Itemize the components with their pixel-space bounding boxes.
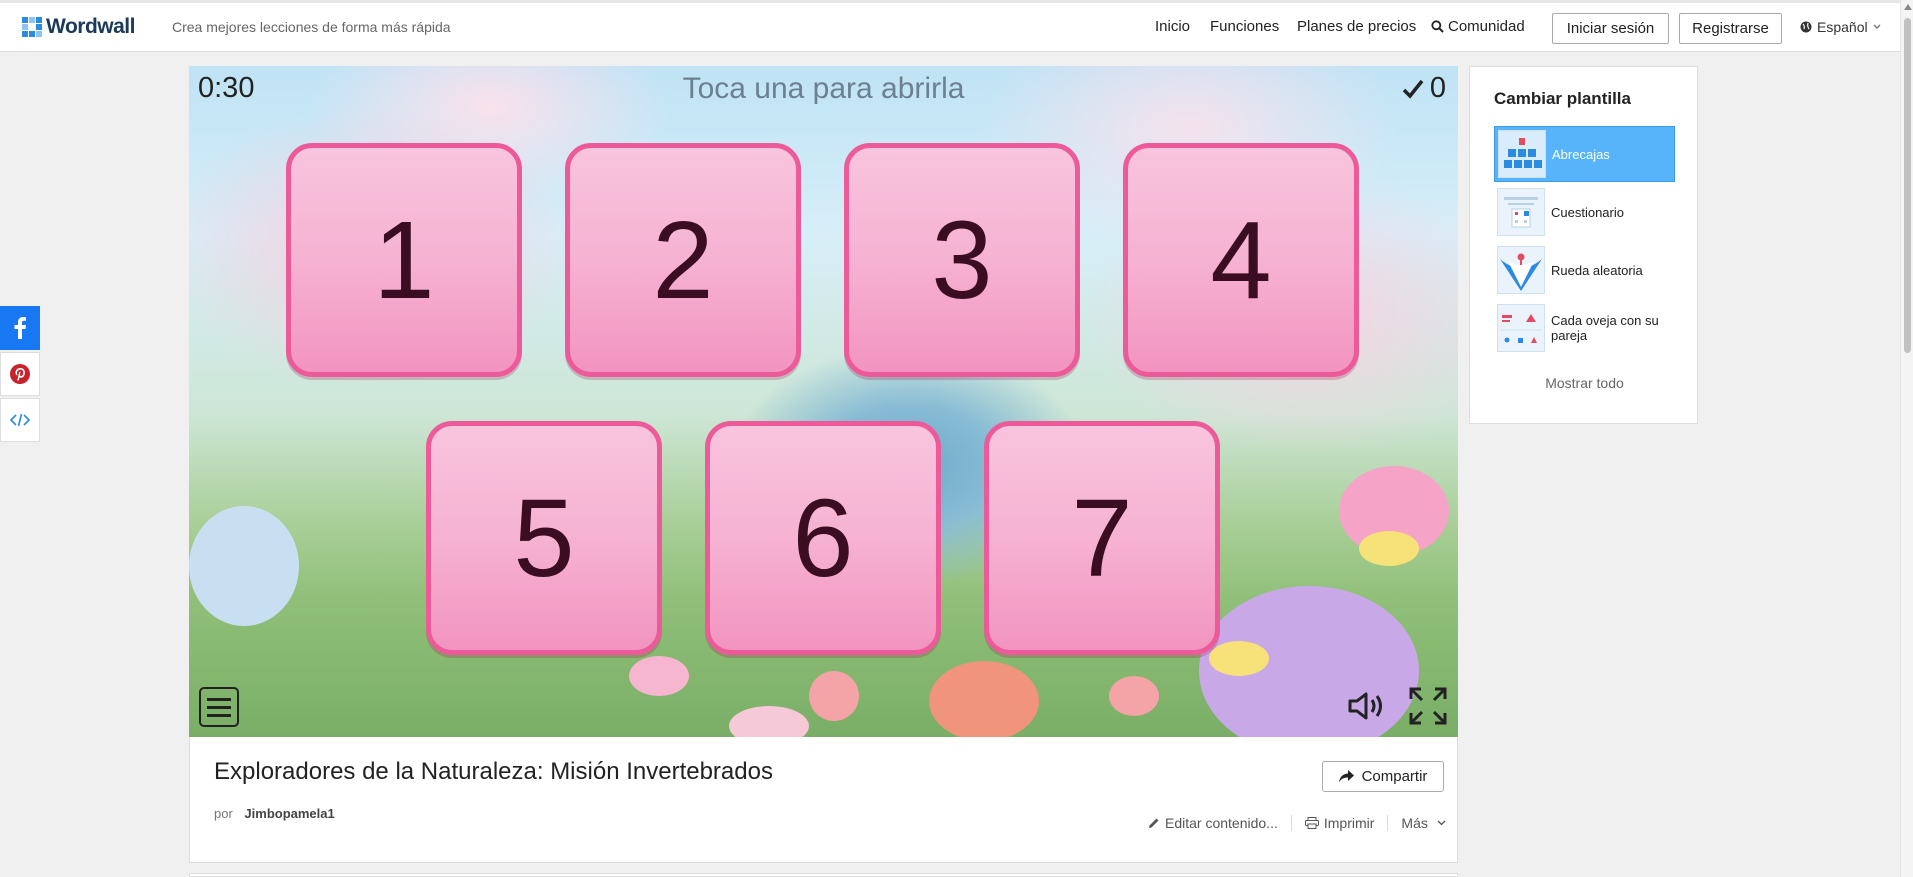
match-up-icon bbox=[1497, 304, 1545, 352]
box-tile-2[interactable]: 2 bbox=[565, 143, 801, 377]
show-all-templates-link[interactable]: Mostrar todo bbox=[1470, 375, 1699, 391]
print-label: Imprimir bbox=[1323, 815, 1375, 831]
game-prompt: Toca una para abrirla bbox=[682, 72, 965, 105]
printer-icon bbox=[1304, 817, 1319, 829]
quiz-icon bbox=[1497, 188, 1545, 236]
language-selector[interactable]: Español bbox=[1800, 19, 1881, 35]
background-flower bbox=[1209, 641, 1269, 676]
logo-mark-icon bbox=[22, 17, 42, 37]
template-label: Cada oveja con su pareja bbox=[1551, 313, 1659, 343]
box-tile-4[interactable]: 4 bbox=[1123, 143, 1359, 377]
pinterest-icon bbox=[10, 364, 30, 384]
facebook-icon bbox=[14, 317, 26, 339]
divider bbox=[1387, 815, 1389, 831]
facebook-share-button[interactable] bbox=[0, 306, 40, 350]
background-flower bbox=[629, 656, 689, 696]
nav-planes-de-precios[interactable]: Planes de precios bbox=[1297, 18, 1416, 35]
template-label: Rueda aleatoria bbox=[1551, 262, 1643, 278]
box-tile-7[interactable]: 7 bbox=[984, 421, 1220, 655]
scrollbar-thumb[interactable] bbox=[1904, 18, 1911, 353]
author-row: por Jimbopamela1 bbox=[214, 806, 335, 821]
next-section-edge bbox=[189, 873, 1458, 877]
background-flower bbox=[189, 506, 299, 626]
template-abrecajas[interactable]: Abrecajas bbox=[1494, 126, 1675, 182]
search-icon bbox=[1431, 20, 1444, 33]
chevron-down-icon bbox=[1437, 820, 1446, 826]
template-cada-oveja-con-su-pareja[interactable]: Cada oveja con su pareja bbox=[1494, 300, 1675, 356]
register-button[interactable]: Registrarse bbox=[1679, 13, 1782, 44]
sound-icon[interactable] bbox=[1347, 691, 1385, 721]
checkmark-icon bbox=[1402, 79, 1424, 99]
share-button[interactable]: Compartir bbox=[1322, 761, 1444, 792]
scroll-up-arrow-icon[interactable] bbox=[1904, 4, 1912, 10]
chevron-down-icon bbox=[1873, 24, 1881, 29]
template-label: Abrecajas bbox=[1552, 146, 1610, 162]
share-arrow-icon bbox=[1338, 770, 1354, 783]
globe-icon bbox=[1800, 21, 1812, 33]
background-flower bbox=[929, 661, 1039, 737]
background-flower bbox=[1109, 676, 1159, 716]
box-tile-6[interactable]: 6 bbox=[705, 421, 941, 655]
background-flower bbox=[1359, 531, 1419, 566]
activity-title: Exploradores de la Naturaleza: Misión In… bbox=[214, 758, 773, 785]
box-grid-icon bbox=[1498, 130, 1546, 178]
pinterest-share-button[interactable] bbox=[0, 352, 40, 396]
tagline: Crea mejores lecciones de forma más rápi… bbox=[172, 19, 451, 35]
template-cuestionario[interactable]: Cuestionario bbox=[1494, 184, 1675, 240]
top-navigation-bar: Wordwall Crea mejores lecciones de forma… bbox=[0, 0, 1900, 52]
print-button[interactable]: Imprimir bbox=[1304, 815, 1375, 831]
box-tile-5[interactable]: 5 bbox=[426, 421, 662, 655]
hamburger-menu-icon bbox=[207, 697, 231, 701]
template-rueda-aleatoria[interactable]: Rueda aleatoria bbox=[1494, 242, 1675, 298]
nav-comunidad-label: Comunidad bbox=[1448, 18, 1525, 35]
box-tile-3[interactable]: 3 bbox=[844, 143, 1080, 377]
fullscreen-icon[interactable] bbox=[1409, 687, 1447, 725]
embed-share-button[interactable] bbox=[0, 398, 40, 442]
nav-comunidad[interactable]: Comunidad bbox=[1431, 18, 1525, 35]
background-flower bbox=[809, 671, 859, 721]
activity-actions: Editar contenido... Imprimir Más bbox=[1148, 815, 1446, 831]
wordwall-logo[interactable]: Wordwall bbox=[22, 15, 135, 39]
score-counter: 0 bbox=[1402, 72, 1446, 105]
divider bbox=[1290, 815, 1292, 831]
share-label: Compartir bbox=[1361, 768, 1428, 785]
edit-content-button[interactable]: Editar contenido... bbox=[1148, 815, 1278, 831]
language-label: Español bbox=[1817, 19, 1868, 35]
more-dropdown[interactable]: Más bbox=[1401, 815, 1446, 831]
score-value: 0 bbox=[1429, 72, 1446, 104]
login-button[interactable]: Iniciar sesión bbox=[1552, 13, 1669, 44]
change-template-panel: Cambiar plantilla Abrecajas Cuestionario… bbox=[1469, 66, 1698, 424]
background-flower bbox=[729, 706, 809, 737]
panel-title: Cambiar plantilla bbox=[1494, 89, 1631, 108]
by-label: por bbox=[214, 806, 233, 821]
pencil-icon bbox=[1149, 818, 1159, 828]
embed-icon bbox=[10, 413, 30, 427]
nav-inicio[interactable]: Inicio bbox=[1155, 18, 1190, 35]
box-tile-1[interactable]: 1 bbox=[286, 143, 522, 377]
author-link[interactable]: Jimbopamela1 bbox=[244, 806, 334, 821]
game-menu-button[interactable] bbox=[199, 687, 239, 727]
activity-info-panel: Exploradores de la Naturaleza: Misión In… bbox=[189, 737, 1458, 863]
edit-content-label: Editar contenido... bbox=[1165, 815, 1278, 831]
logo-text: Wordwall bbox=[46, 15, 135, 38]
more-label: Más bbox=[1401, 815, 1428, 831]
nav-funciones[interactable]: Funciones bbox=[1210, 18, 1279, 35]
page-scrollbar[interactable] bbox=[1900, 0, 1913, 877]
template-label: Cuestionario bbox=[1551, 204, 1624, 220]
game-canvas[interactable]: 0:30 Toca una para abrirla 0 1 2 3 4 5 6… bbox=[189, 66, 1458, 737]
spinner-wheel-icon bbox=[1497, 246, 1545, 294]
